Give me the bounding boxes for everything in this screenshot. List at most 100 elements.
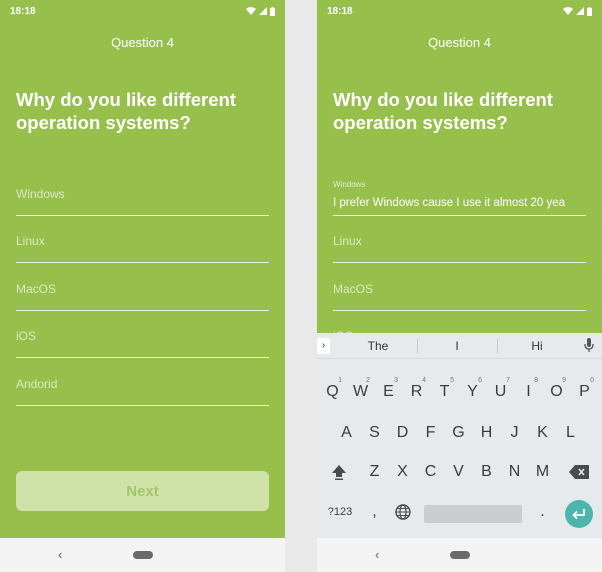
answer-fields: Windows I prefer Windows cause I use it … [333, 168, 586, 358]
key-p-label: P [579, 383, 590, 400]
signal-icon [576, 7, 584, 15]
key-j[interactable]: J [501, 419, 528, 447]
wifi-icon [563, 7, 573, 15]
key-s[interactable]: S [361, 419, 388, 447]
question-heading: Why do you like different operation syst… [333, 89, 553, 133]
key-z[interactable]: Z [361, 458, 388, 486]
back-icon[interactable]: ‹ [375, 547, 379, 562]
nav-bar: ‹ [317, 538, 602, 572]
key-e[interactable]: E3 [375, 377, 402, 406]
nav-bar: ‹ [0, 538, 285, 572]
suggestion-1[interactable]: The [338, 339, 418, 353]
key-w-label: W [352, 383, 369, 400]
linux-field[interactable]: Linux [16, 216, 269, 263]
status-time: 18:18 [327, 5, 353, 17]
key-i-label: I [526, 383, 531, 400]
macos-field[interactable]: MacOS [16, 263, 269, 311]
status-icons [563, 6, 592, 16]
key-w[interactable]: W2 [347, 377, 374, 406]
key-row-3: Z X C V B N M [317, 458, 602, 486]
key-n[interactable]: N [501, 458, 528, 486]
battery-icon [587, 6, 592, 16]
ios-placeholder: iOS [16, 329, 37, 343]
key-r-label: R [410, 383, 423, 400]
question-number: Question 4 [428, 35, 491, 50]
battery-icon [270, 6, 275, 16]
home-icon[interactable] [449, 551, 470, 559]
key-f[interactable]: F [417, 419, 444, 447]
key-t[interactable]: T5 [431, 377, 458, 406]
next-button[interactable]: Next [16, 471, 269, 511]
home-icon[interactable] [132, 551, 153, 559]
symbols-key[interactable]: ?123 [323, 498, 357, 526]
linux-placeholder: Linux [16, 234, 45, 248]
key-d[interactable]: D [389, 419, 416, 447]
status-time: 18:18 [10, 5, 36, 17]
windows-field[interactable]: Windows [16, 168, 269, 216]
backspace-icon[interactable] [565, 458, 592, 486]
status-bar: 18:18 [0, 0, 285, 22]
phone-screen-right: 18:18 Question 4 Why do you like differe… [317, 0, 602, 572]
question-number: Question 4 [111, 35, 174, 50]
key-i[interactable]: I8 [515, 377, 542, 406]
windows-field[interactable]: Windows I prefer Windows cause I use it … [333, 168, 586, 216]
wifi-icon [246, 7, 256, 15]
linux-field[interactable]: Linux [333, 216, 586, 263]
comma-key[interactable]: , [361, 498, 388, 526]
ios-field[interactable]: iOS [16, 311, 269, 358]
key-i-number: 8 [534, 377, 538, 384]
comma-key-label: , [372, 503, 377, 520]
key-o-label: O [550, 383, 563, 400]
key-p[interactable]: P0 [571, 377, 598, 406]
suggestion-strip: › The I Hi [317, 333, 602, 359]
macos-placeholder: MacOS [333, 281, 374, 296]
key-c[interactable]: C [417, 458, 444, 486]
key-g[interactable]: G [445, 419, 472, 447]
key-r[interactable]: R4 [403, 377, 430, 406]
key-r-number: 4 [422, 377, 426, 384]
key-q-number: 1 [338, 377, 342, 384]
macos-field[interactable]: MacOS [333, 263, 586, 311]
shift-icon[interactable] [325, 458, 352, 486]
windows-input-value[interactable]: I prefer Windows cause I use it almost 2… [333, 197, 586, 209]
period-key[interactable]: . [529, 498, 556, 526]
key-t-label: T [439, 383, 450, 400]
key-o-number: 9 [562, 377, 566, 384]
key-u-number: 7 [506, 377, 510, 384]
key-x[interactable]: X [389, 458, 416, 486]
android-field[interactable]: Andorid [16, 358, 269, 406]
key-v[interactable]: V [445, 458, 472, 486]
macos-placeholder: MacOS [16, 281, 57, 296]
key-q-label: Q [326, 383, 339, 400]
windows-placeholder: Windows [16, 186, 65, 201]
key-y-number: 6 [478, 377, 482, 384]
signal-icon [259, 7, 267, 15]
back-icon[interactable]: ‹ [58, 547, 62, 562]
key-l[interactable]: L [557, 419, 584, 447]
key-q[interactable]: Q1 [319, 377, 346, 406]
key-y-label: Y [467, 383, 478, 400]
key-o[interactable]: O9 [543, 377, 570, 406]
key-row-2: A S D F G H J K L [317, 419, 602, 447]
suggestion-3[interactable]: Hi [497, 339, 577, 353]
key-h[interactable]: H [473, 419, 500, 447]
enter-icon[interactable] [565, 500, 593, 528]
key-m[interactable]: M [529, 458, 556, 486]
key-b[interactable]: B [473, 458, 500, 486]
chevron-right-icon[interactable]: › [317, 338, 330, 354]
phone-screen-left: 18:18 Question 4 Why do you like differe… [0, 0, 285, 572]
key-k[interactable]: K [529, 419, 556, 447]
android-placeholder: Andorid [16, 376, 58, 391]
key-y[interactable]: Y6 [459, 377, 486, 406]
mic-icon[interactable] [584, 337, 594, 353]
windows-floating-label: Windows [333, 180, 366, 189]
key-u[interactable]: U7 [487, 377, 514, 406]
key-row-1: Q1 W2 E3 R4 T5 Y6 U7 I8 O9 P0 [317, 377, 602, 406]
key-e-number: 3 [394, 377, 398, 384]
key-a[interactable]: A [333, 419, 360, 447]
space-key[interactable] [424, 505, 522, 523]
suggestion-2[interactable]: I [417, 339, 497, 353]
globe-icon[interactable] [389, 498, 416, 526]
status-icons [246, 6, 275, 16]
key-p-number: 0 [590, 377, 594, 384]
